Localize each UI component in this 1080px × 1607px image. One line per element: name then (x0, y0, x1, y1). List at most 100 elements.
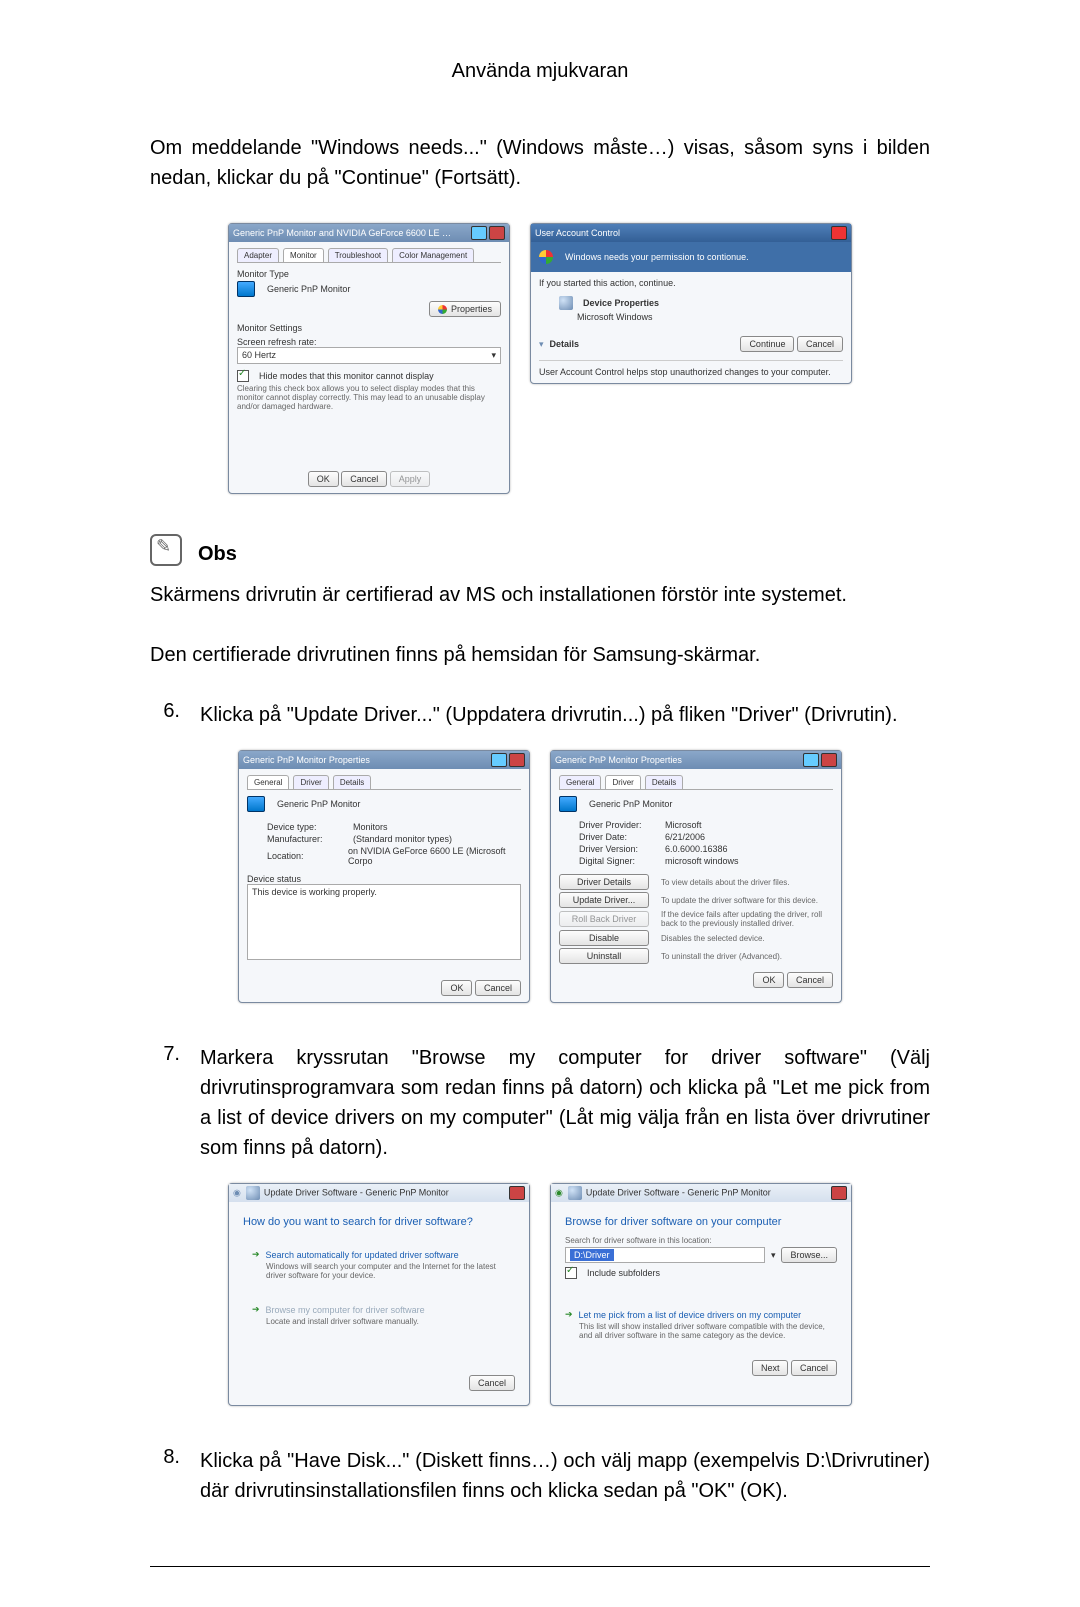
cancel-button[interactable]: Cancel (475, 980, 521, 996)
tab-driver[interactable]: Driver (293, 775, 328, 789)
chevron-down-icon[interactable]: ▾ (539, 339, 544, 350)
close-icon[interactable] (831, 1186, 847, 1200)
back-icon[interactable]: ◉ (233, 1188, 241, 1198)
tab-driver[interactable]: Driver (605, 775, 640, 789)
tab-details[interactable]: Details (333, 775, 371, 789)
uninstall-desc: To uninstall the driver (Advanced). (661, 952, 833, 961)
continue-button[interactable]: Continue (740, 336, 794, 352)
note-label: Obs (198, 543, 237, 566)
driver-details-button[interactable]: Driver Details (559, 874, 649, 890)
uninstall-button[interactable]: Uninstall (559, 948, 649, 964)
device-status-box: This device is working properly. (247, 884, 521, 960)
uac-details[interactable]: Details (550, 339, 580, 349)
browse-button[interactable]: Browse... (781, 1247, 837, 1263)
uac-subtext: If you started this action, continue. (539, 278, 843, 288)
refresh-rate-select[interactable]: 60 Hertz▾ (237, 347, 501, 364)
option-pick-list[interactable]: Let me pick from a list of device driver… (579, 1310, 802, 1320)
tab-troubleshoot[interactable]: Troubleshoot (328, 248, 388, 262)
uac-title: User Account Control (535, 228, 620, 238)
hide-modes-note: Clearing this check box allows you to se… (237, 384, 501, 411)
cancel-button[interactable]: Cancel (797, 336, 843, 352)
wizard-question: How do you want to search for driver sof… (243, 1216, 515, 1228)
value-provider: Microsoft (665, 820, 702, 830)
step-number: 8. (150, 1446, 180, 1506)
wizard-icon (568, 1186, 582, 1200)
tab-monitor[interactable]: Monitor (283, 248, 324, 262)
tab-general[interactable]: General (247, 775, 289, 789)
option-auto-search[interactable]: Search automatically for updated driver … (266, 1250, 459, 1260)
close-icon[interactable] (509, 1186, 525, 1200)
back-icon[interactable]: ◉ (555, 1188, 563, 1198)
monitor-name: Generic PnP Monitor (277, 799, 360, 809)
uac-message: Windows needs your permission to contion… (565, 252, 749, 262)
label-provider: Driver Provider: (579, 820, 659, 830)
intro-paragraph: Om meddelande "Windows needs..." (Window… (150, 133, 930, 193)
arrow-icon: ➔ (252, 1249, 260, 1260)
monitor-type-label: Monitor Type (237, 269, 501, 279)
value-version: 6.0.6000.16386 (665, 844, 728, 854)
properties-button[interactable]: Properties (429, 301, 501, 317)
cancel-button[interactable]: Cancel (791, 1360, 837, 1376)
close-icon[interactable] (821, 753, 837, 767)
window-title: Generic PnP Monitor Properties (555, 755, 682, 765)
browse-heading: Browse for driver software on your compu… (565, 1216, 837, 1228)
option-browse-sub: Locate and install driver software manua… (266, 1317, 506, 1326)
rollback-button[interactable]: Roll Back Driver (559, 911, 649, 927)
minimize-icon[interactable] (471, 226, 487, 240)
monitor-icon (559, 796, 577, 812)
step-number: 6. (150, 700, 180, 730)
value-device-type: Monitors (353, 822, 388, 832)
chevron-down-icon[interactable]: ▾ (771, 1250, 776, 1261)
wizard-title: Update Driver Software - Generic PnP Mon… (264, 1188, 449, 1198)
shield-icon (539, 250, 553, 264)
apply-button[interactable]: Apply (390, 471, 431, 487)
label-mfr: Manufacturer: (267, 834, 347, 844)
value-mfr: (Standard monitor types) (353, 834, 452, 844)
figure-1: Generic PnP Monitor and NVIDIA GeForce 6… (150, 223, 930, 494)
ok-button[interactable]: OK (441, 980, 472, 996)
note-paragraph-2: Den certifierade drivrutinen finns på he… (150, 640, 930, 670)
figure-3: ◉ Update Driver Software - Generic PnP M… (150, 1183, 930, 1406)
uac-item: Device Properties (583, 298, 659, 308)
ok-button[interactable]: OK (753, 972, 784, 988)
uac-vendor: Microsoft Windows (577, 312, 843, 322)
include-subfolders-checkbox[interactable] (565, 1267, 577, 1279)
ok-button[interactable]: OK (308, 471, 339, 487)
monitor-icon (247, 796, 265, 812)
disable-button[interactable]: Disable (559, 930, 649, 946)
tab-color-mgmt[interactable]: Color Management (392, 248, 474, 262)
minimize-icon[interactable] (803, 753, 819, 767)
label-version: Driver Version: (579, 844, 659, 854)
disable-desc: Disables the selected device. (661, 934, 833, 943)
next-button[interactable]: Next (752, 1360, 789, 1376)
close-icon[interactable] (831, 226, 847, 240)
tab-details[interactable]: Details (645, 775, 683, 789)
cancel-button[interactable]: Cancel (469, 1375, 515, 1391)
option-browse[interactable]: Browse my computer for driver software (266, 1305, 425, 1315)
tab-general[interactable]: General (559, 775, 601, 789)
option-auto-search-sub: Windows will search your computer and th… (266, 1262, 506, 1280)
monitor-icon (237, 281, 255, 297)
step-number: 7. (150, 1043, 180, 1163)
wizard-icon (246, 1186, 260, 1200)
tab-adapter[interactable]: Adapter (237, 248, 279, 262)
cancel-button[interactable]: Cancel (341, 471, 387, 487)
close-icon[interactable] (509, 753, 525, 767)
option-pick-list-sub: This list will show installed driver sof… (579, 1322, 837, 1340)
note-paragraph-1: Skärmens drivrutin är certifierad av MS … (150, 580, 930, 610)
update-driver-button[interactable]: Update Driver... (559, 892, 649, 908)
minimize-icon[interactable] (491, 753, 507, 767)
hide-modes-checkbox[interactable] (237, 370, 249, 382)
location-input[interactable]: D:\Driver (570, 1249, 614, 1261)
arrow-icon: ➔ (565, 1309, 573, 1320)
close-icon[interactable] (489, 226, 505, 240)
value-location: on NVIDIA GeForce 6600 LE (Microsoft Cor… (348, 846, 521, 866)
cancel-button[interactable]: Cancel (787, 972, 833, 988)
device-status-label: Device status (247, 874, 521, 884)
uac-footer: User Account Control helps stop unauthor… (539, 360, 843, 377)
rollback-desc: If the device fails after updating the d… (661, 910, 833, 928)
hide-modes-label: Hide modes that this monitor cannot disp… (259, 371, 434, 381)
step-6-text: Klicka på "Update Driver..." (Uppdatera … (200, 700, 930, 730)
figure-2: Generic PnP Monitor Properties General D… (150, 750, 930, 1003)
window-title: Generic PnP Monitor and NVIDIA GeForce 6… (233, 228, 453, 238)
